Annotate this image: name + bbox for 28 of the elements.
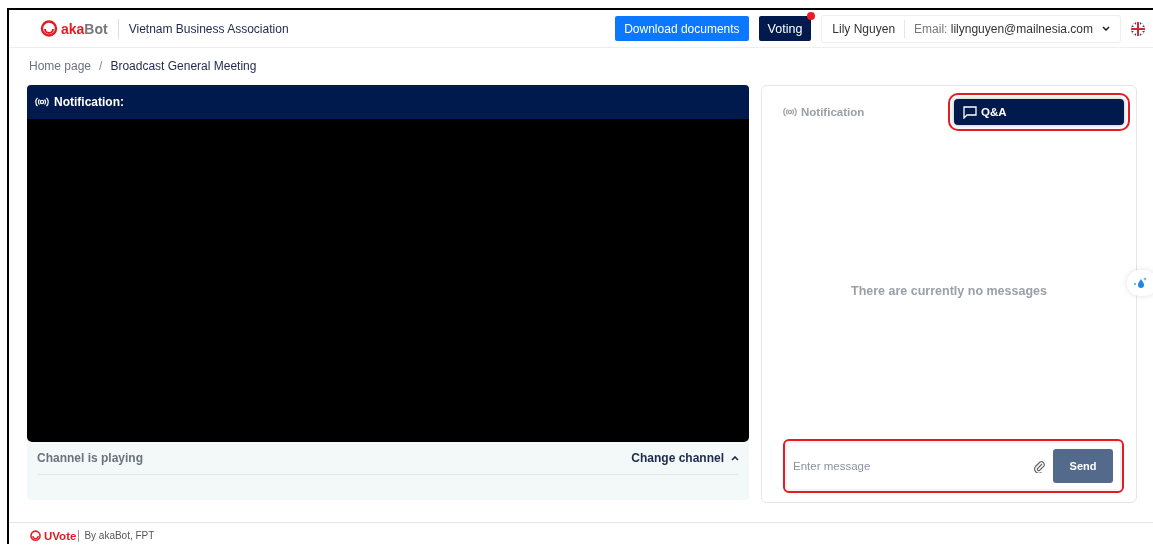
footer-brand: UVote [44,529,80,542]
empty-message: There are currently no messages [851,283,1047,298]
flag-icon[interactable] [1131,21,1145,36]
broadcast-icon [35,97,49,108]
breadcrumb-separator: / [99,58,103,73]
video-header-title: Notification: [54,95,124,110]
assistant-button[interactable] [1127,270,1153,296]
brand-name: akaBot [61,20,108,37]
sparkle-drop-icon [1133,276,1149,290]
message-icon [963,105,977,119]
channel-status: Channel is playing [37,451,144,466]
logo-icon [39,19,59,38]
download-documents-button[interactable]: Download documents [615,16,749,42]
user-email: Email: lilynguyen@mailnesia.com [914,21,1093,36]
broadcast-icon [783,107,797,118]
chevron-up-icon [731,455,739,461]
user-name: Lily Nguyen [832,21,896,36]
logo-icon [29,529,42,542]
chevron-down-icon [1102,26,1110,32]
breadcrumb-current: Broadcast General Meeting [110,58,257,73]
footer-credit: By akaBot, FPT [84,530,155,542]
paperclip-icon[interactable] [1033,459,1045,474]
send-button[interactable]: Send [1053,449,1113,484]
brand-logo[interactable]: akaBot [39,19,108,38]
change-channel-button[interactable]: Change channel [631,451,739,466]
organization-name: Vietnam Business Association [128,21,289,36]
user-menu[interactable]: Lily Nguyen Email: lilynguyen@mailnesia.com [821,14,1121,43]
breadcrumb-link[interactable]: Home page [29,58,92,73]
